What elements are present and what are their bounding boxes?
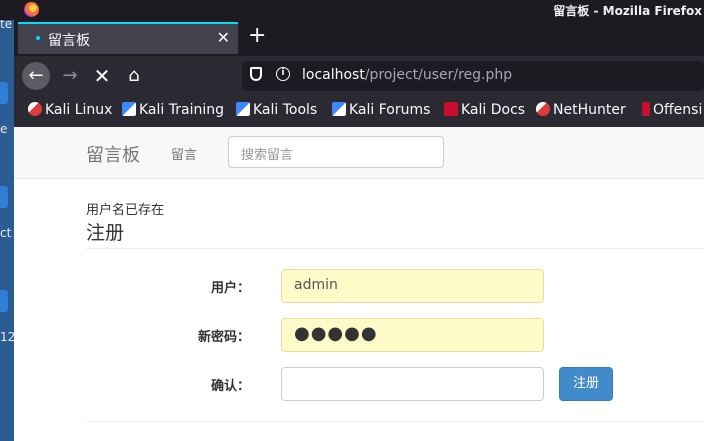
loading-dot-icon (36, 36, 40, 40)
bookmark-kali-forums[interactable]: Kali Forums (332, 102, 430, 118)
home-button[interactable]: ⌂ (120, 62, 148, 90)
site-navbar: 留言板 留言 搜索留言 (14, 127, 704, 179)
window-title: 留言板 - Mozilla Firefox (553, 4, 702, 18)
navigation-bar: ← → ✕ ⌂ i localhost/project/user/reg.php (14, 56, 704, 96)
forward-button[interactable]: → (56, 62, 84, 90)
desktop-label: 12 (0, 330, 16, 344)
tab-title: 留言板 (48, 33, 90, 49)
password-field[interactable]: ●●●●● (281, 318, 544, 352)
bookmark-nethunter[interactable]: NetHunter (536, 102, 626, 118)
bookmark-label: Offensi (653, 102, 703, 118)
desktop-label: e (0, 122, 8, 136)
bookmark-label: Kali Docs (461, 102, 526, 118)
desktop-label: ct (0, 226, 12, 240)
bookmark-kali-linux[interactable]: Kali Linux (28, 102, 112, 118)
password-label: 新密码： (197, 330, 250, 345)
kali-dragon-icon (536, 102, 550, 116)
back-button[interactable]: ← (22, 62, 50, 90)
offsec-icon (642, 102, 650, 116)
divider (86, 421, 704, 422)
bookmark-offensive[interactable]: Offensi (642, 102, 702, 118)
page-title: 注册 (86, 222, 125, 244)
stop-button[interactable]: ✕ (88, 62, 116, 90)
bookmark-label: Kali Training (139, 102, 224, 118)
tab-active[interactable]: 留言板 ✕ (18, 22, 238, 54)
bookmark-label: Kali Forums (349, 102, 431, 118)
title-bar: 留言板 - Mozilla Firefox (0, 0, 704, 20)
folder-icon[interactable] (0, 82, 8, 104)
register-button[interactable]: 注册 (559, 367, 613, 401)
kali-tools-icon (122, 102, 136, 116)
kali-tools-icon (332, 102, 346, 116)
firefox-icon (24, 2, 39, 17)
site-brand[interactable]: 留言板 (86, 141, 140, 167)
url-text[interactable]: localhost/project/user/reg.php (302, 67, 512, 83)
search-placeholder: 搜索留言 (241, 148, 294, 163)
kali-dragon-icon (28, 102, 42, 116)
url-host: localhost (302, 67, 365, 83)
folder-icon[interactable] (0, 290, 8, 312)
bookmark-kali-training[interactable]: Kali Training (122, 102, 224, 118)
search-input[interactable]: 搜索留言 (228, 136, 444, 168)
bookmark-kali-tools[interactable]: Kali Tools (236, 102, 317, 118)
bookmark-label: NetHunter (553, 102, 626, 118)
divider (86, 248, 704, 249)
page-content: 留言板 留言 搜索留言 用户名已存在 注册 用户： admin 新密码： ●●●… (14, 127, 704, 441)
password-value: ●●●●● (294, 323, 378, 344)
user-value: admin (294, 277, 338, 293)
user-label: 用户： (210, 281, 250, 296)
site-info-icon[interactable]: i (276, 67, 290, 81)
nav-link-messages[interactable]: 留言 (171, 144, 197, 163)
new-tab-button[interactable]: + (248, 24, 266, 48)
confirm-label: 确认： (210, 379, 250, 394)
bookmark-label: Kali Linux (45, 102, 113, 118)
close-tab-icon[interactable]: ✕ (217, 28, 230, 47)
error-message: 用户名已存在 (86, 203, 165, 218)
user-field[interactable]: admin (281, 269, 544, 303)
tracking-shield-icon[interactable] (250, 67, 262, 81)
desktop-strip: te e ct 12 (0, 0, 16, 441)
url-path: /project/user/reg.php (364, 67, 513, 83)
bookmark-label: Kali Tools (253, 102, 318, 118)
firefox-window: 留言板 - Mozilla Firefox 留言板 ✕ + ← → ✕ ⌂ i … (0, 0, 704, 441)
bookmarks-toolbar: Kali Linux Kali Training Kali Tools Kali… (14, 96, 704, 127)
bookmark-kali-docs[interactable]: Kali Docs (444, 102, 525, 118)
kali-docs-icon (444, 102, 458, 116)
folder-icon[interactable] (0, 186, 8, 208)
kali-tools-icon (236, 102, 250, 116)
tab-strip: 留言板 ✕ + (14, 20, 704, 56)
confirm-password-field[interactable] (281, 367, 544, 401)
url-bar[interactable]: i localhost/project/user/reg.php (242, 61, 704, 91)
